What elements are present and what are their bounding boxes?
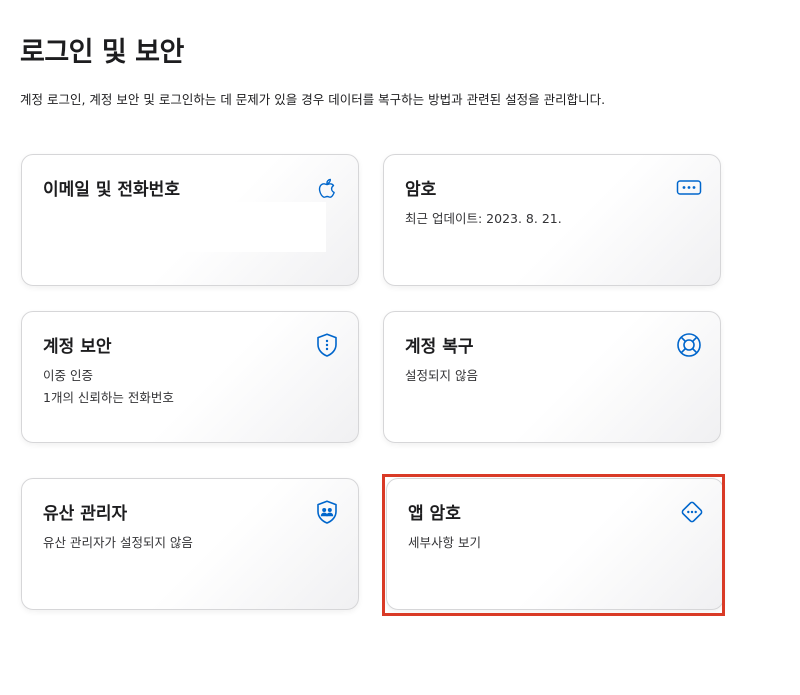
card-subtitle: 이중 인증 1개의 신뢰하는 전화번호 — [43, 365, 174, 409]
email-phone-card[interactable]: 이메일 및 전화번호 — [21, 154, 359, 286]
account-security-card[interactable]: 계정 보안 이중 인증 1개의 신뢰하는 전화번호 — [21, 311, 359, 443]
app-passwords-card[interactable]: 앱 암호 세부사항 보기 — [386, 478, 724, 610]
lifebuoy-icon — [676, 332, 702, 358]
redacted-area — [172, 202, 326, 252]
shield-people-icon — [314, 499, 340, 525]
shield-icon — [314, 332, 340, 358]
card-title: 계정 복구 — [405, 337, 474, 357]
card-title: 유산 관리자 — [43, 504, 128, 524]
password-card[interactable]: 암호 최근 업데이트: 2023. 8. 21. — [383, 154, 721, 286]
trusted-phone-count: 1개의 신뢰하는 전화번호 — [43, 390, 174, 405]
account-recovery-card[interactable]: 계정 복구 설정되지 않음 — [383, 311, 721, 443]
diamond-dots-icon — [679, 499, 705, 525]
card-subtitle: 설정되지 않음 — [405, 368, 478, 383]
card-title: 이메일 및 전화번호 — [43, 180, 180, 200]
card-title: 계정 보안 — [43, 337, 112, 357]
page-title: 로그인 및 보안 — [20, 37, 184, 68]
legacy-contact-card[interactable]: 유산 관리자 유산 관리자가 설정되지 않음 — [21, 478, 359, 610]
card-subtitle: 최근 업데이트: 2023. 8. 21. — [405, 211, 562, 226]
password-dots-icon — [676, 175, 702, 201]
page-description: 계정 로그인, 계정 보안 및 로그인하는 데 문제가 있을 경우 데이터를 복… — [20, 92, 606, 107]
card-subtitle: 세부사항 보기 — [408, 535, 481, 550]
two-factor-label: 이중 인증 — [43, 368, 93, 383]
apple-logo-icon — [314, 175, 340, 201]
card-title: 암호 — [405, 180, 437, 200]
card-title: 앱 암호 — [408, 504, 461, 524]
card-subtitle: 유산 관리자가 설정되지 않음 — [43, 535, 193, 550]
